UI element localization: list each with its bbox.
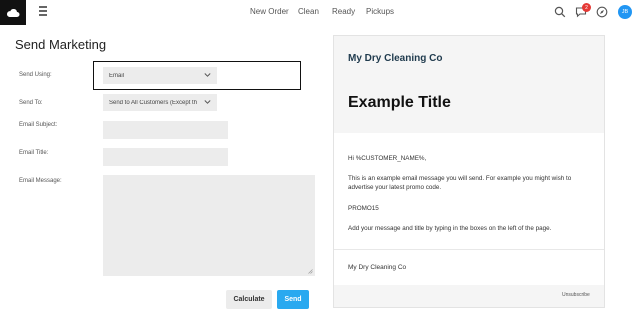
send-to-select[interactable]: Send to All Customers (Except th xyxy=(103,94,217,111)
preview-greeting: Hi %CUSTOMER_NAME%, xyxy=(348,155,427,162)
send-to-label: Send To: xyxy=(19,100,43,106)
avatar[interactable]: JB xyxy=(618,5,632,19)
preview-footer-text: My Dry Cleaning Co xyxy=(348,264,407,271)
email-message-label: Email Message: xyxy=(19,178,62,184)
preview-body: Hi %CUSTOMER_NAME%, This is an example e… xyxy=(334,133,604,249)
preview-instructions: Add your message and title by typing in … xyxy=(348,225,552,232)
calculate-button[interactable]: Calculate xyxy=(226,290,272,309)
preview-title: Example Title xyxy=(348,94,451,111)
send-using-value: Email xyxy=(109,72,125,79)
cloud-icon xyxy=(6,8,20,17)
compass-icon[interactable] xyxy=(596,6,608,18)
send-button[interactable]: Send xyxy=(277,290,309,309)
nav-ready[interactable]: Ready xyxy=(332,7,355,16)
unsubscribe-link[interactable]: Unsubscribe xyxy=(562,292,590,298)
email-subject-input[interactable] xyxy=(103,121,228,139)
preview-brand: My Dry Cleaning Co xyxy=(348,53,443,64)
email-title-label: Email Title: xyxy=(19,150,49,156)
email-subject-label: Email Subject: xyxy=(19,122,58,128)
nav-pickups[interactable]: Pickups xyxy=(366,7,394,16)
preview-paragraph: This is an example email message you wil… xyxy=(348,175,572,191)
email-title-input[interactable] xyxy=(103,148,228,166)
search-icon[interactable] xyxy=(554,6,566,18)
resize-handle-icon[interactable] xyxy=(308,269,313,274)
notification-badge: 2 xyxy=(582,3,591,12)
send-using-label: Send Using: xyxy=(19,72,52,78)
preview-footer: My Dry Cleaning Co xyxy=(334,249,604,285)
app-logo[interactable] xyxy=(0,0,26,25)
chevron-down-icon xyxy=(204,73,211,77)
top-bar: New Order Clean Ready Pickups 2 JB xyxy=(0,0,640,25)
nav-new-order[interactable]: New Order xyxy=(250,7,289,16)
page-title: Send Marketing xyxy=(15,37,107,52)
preview-promo: PROMO15 xyxy=(348,205,379,212)
chevron-down-icon xyxy=(204,100,211,104)
hamburger-menu-icon[interactable] xyxy=(36,6,50,18)
nav-clean[interactable]: Clean xyxy=(298,7,319,16)
email-preview: My Dry Cleaning Co Example Title Hi %CUS… xyxy=(333,35,605,308)
email-message-textarea[interactable] xyxy=(103,175,315,276)
send-using-select[interactable]: Email xyxy=(103,67,217,84)
send-to-value: Send to All Customers (Except th xyxy=(109,99,198,106)
